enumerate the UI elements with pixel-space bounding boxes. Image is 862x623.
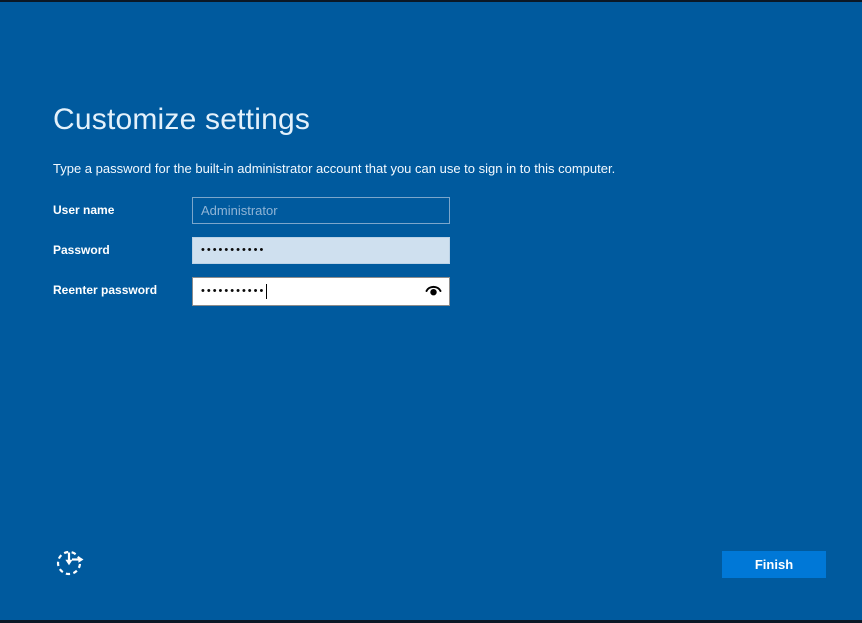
page-title: Customize settings	[53, 103, 311, 136]
reenter-password-field[interactable]: •••••••••••	[192, 277, 450, 306]
reveal-password-button[interactable]	[422, 281, 444, 303]
username-field: Administrator	[192, 197, 450, 224]
eye-icon	[425, 284, 442, 300]
password-row: Password •••••••••••	[53, 237, 450, 264]
top-edge-strip	[0, 0, 862, 2]
admin-password-form: User name Administrator Password •••••••…	[53, 197, 450, 306]
finish-button[interactable]: Finish	[722, 551, 826, 578]
page-description: Type a password for the built-in adminis…	[53, 161, 616, 176]
reenter-password-label: Reenter password	[53, 283, 158, 297]
username-label: User name	[53, 203, 115, 217]
ease-of-access-icon	[54, 550, 88, 582]
username-value: Administrator	[201, 203, 278, 218]
reenter-password-masked-value: •••••••••••	[201, 285, 266, 297]
password-field[interactable]: •••••••••••	[192, 237, 450, 264]
username-row: User name Administrator	[53, 197, 450, 224]
ease-of-access-button[interactable]	[53, 545, 89, 581]
password-label: Password	[53, 243, 110, 257]
text-caret	[266, 284, 268, 299]
reenter-password-row: Reenter password •••••••••••	[53, 277, 450, 306]
password-masked-value: •••••••••••	[201, 244, 266, 256]
oobe-customize-settings-screen: Customize settings Type a password for t…	[0, 0, 862, 623]
